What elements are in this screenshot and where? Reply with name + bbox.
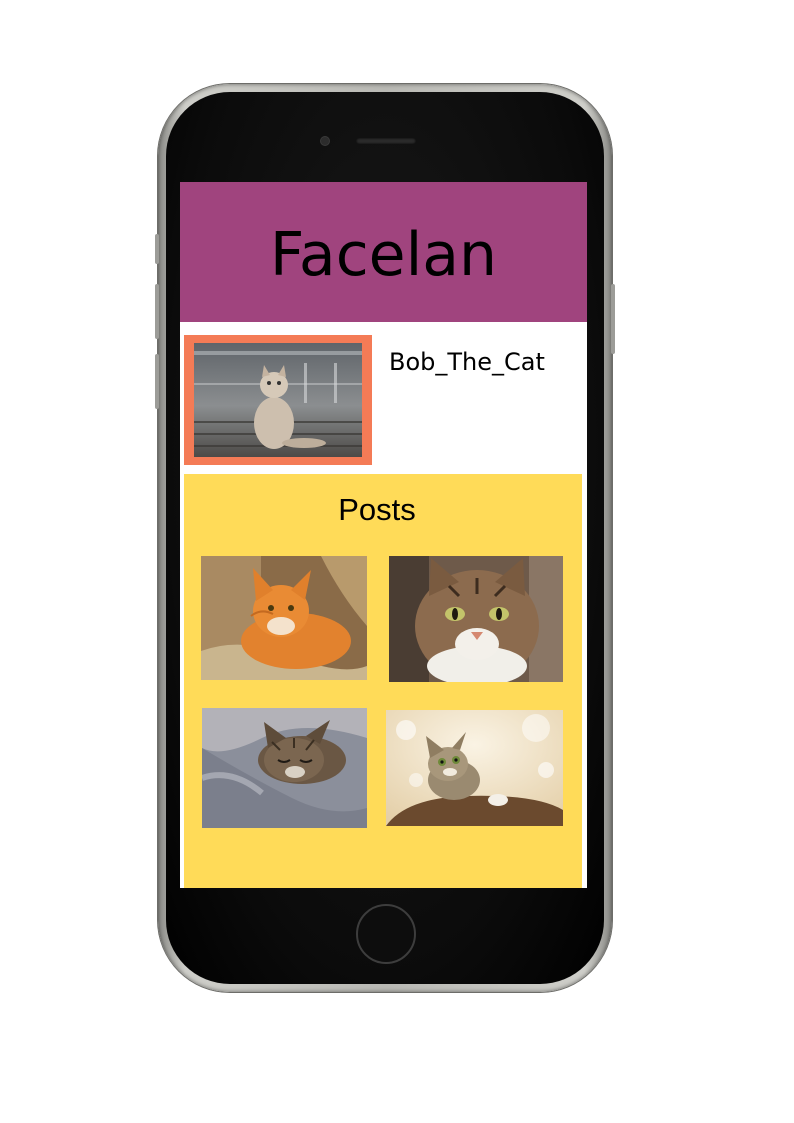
profile-section: Bob_The_Cat [184, 326, 582, 474]
speaker-grille [356, 138, 416, 144]
profile-username[interactable]: Bob_The_Cat [389, 348, 545, 376]
volume-up-button [155, 284, 159, 339]
volume-down-button [155, 354, 159, 409]
mute-switch [155, 234, 159, 264]
app-screen: Facelan Bob_The_Cat Posts [180, 182, 587, 888]
kitten-photo-icon [386, 710, 563, 826]
posts-section: Posts [184, 474, 582, 888]
app-header: Facelan [180, 182, 587, 322]
cat-photo-icon [194, 343, 362, 457]
post-3[interactable] [202, 708, 367, 828]
post-4[interactable] [386, 710, 563, 826]
profile-avatar[interactable] [184, 335, 372, 465]
orange-cat-photo-icon [201, 556, 367, 680]
tabby-cat-face-photo-icon [389, 556, 563, 682]
app-title: Facelan [269, 220, 498, 290]
posts-heading: Posts [338, 492, 416, 527]
home-button[interactable] [356, 904, 416, 964]
power-button [611, 284, 615, 354]
front-camera-icon [321, 137, 329, 145]
post-2[interactable] [389, 556, 563, 682]
sleeping-cat-photo-icon [202, 708, 367, 828]
post-1[interactable] [201, 556, 367, 680]
